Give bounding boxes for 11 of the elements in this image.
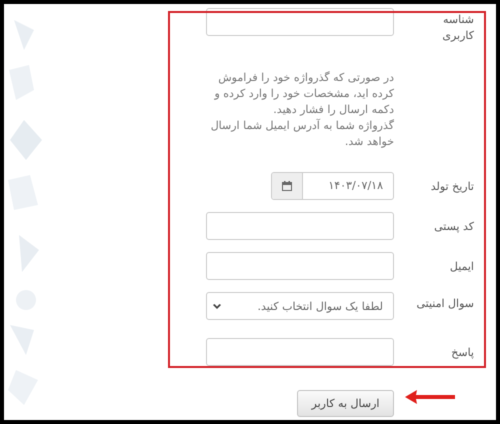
field-label: شناسه کاربری [441, 12, 474, 44]
select-field[interactable]: لطفا یک سوال انتخاب کنید. [206, 292, 394, 320]
help-text: در صورتی که گذرواژه خود را فراموش کرده اید، مشخصات خود را وارد کرده و دکمه ارسال را فشار دهید. [213, 70, 394, 118]
field-label: تاریخ تولد [430, 179, 474, 195]
field-label: ایمیل [448, 259, 474, 275]
field-label: سوال امنیتی [416, 296, 474, 312]
submit-button[interactable]: ارسال به کاربر [297, 390, 394, 417]
date-field[interactable]: ۱۴۰۳/۰۷/۱۸ [271, 172, 394, 200]
field-label: کد پستی [433, 219, 474, 235]
help-text: گذرواژه شما به آدرس ایمیل شما ارسال خواهد شد. [210, 118, 394, 150]
field-label: پاسخ [450, 345, 474, 361]
